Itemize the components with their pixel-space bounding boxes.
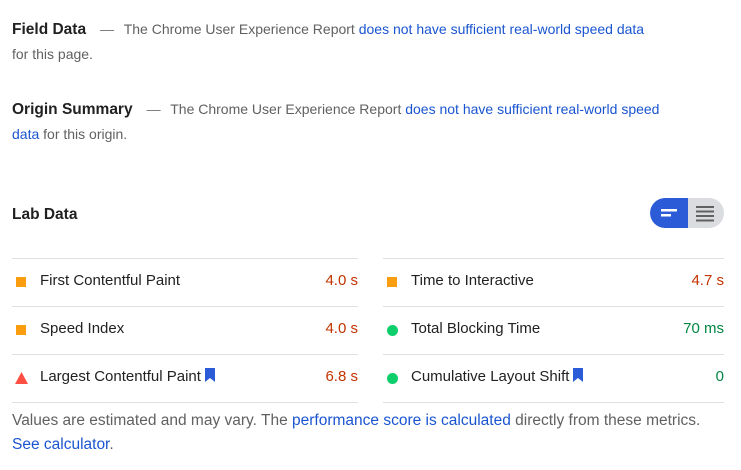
metric-label: Time to Interactive <box>411 272 534 289</box>
metric-label: Total Blocking Time <box>411 320 541 337</box>
origin-summary-text-after: for this origin. <box>43 126 128 142</box>
origin-summary-title: Origin Summary <box>12 101 133 118</box>
pass-circle-icon <box>387 373 398 384</box>
metric-label-wrap: Cumulative Layout Shift <box>411 368 584 385</box>
metric-label-wrap: Largest Contentful Paint <box>40 368 215 385</box>
metric-value: 4.0 s <box>325 320 358 337</box>
average-square-icon <box>16 325 26 335</box>
metric-time-to-interactive: Time to Interactive 4.7 s <box>383 258 724 306</box>
field-data-title: Field Data <box>12 21 87 38</box>
metrics-right-column: Time to Interactive 4.7 s Total Blocking… <box>383 258 724 403</box>
footer-period: . <box>109 436 114 453</box>
metric-value: 6.8 s <box>325 368 358 385</box>
metric-label: Speed Index <box>40 320 125 337</box>
footer-note: Values are estimated and may vary. The p… <box>12 409 712 457</box>
metric-label: First Contentful Paint <box>40 272 181 289</box>
metric-speed-index: Speed Index 4.0 s <box>12 306 358 354</box>
lab-data-title: Lab Data <box>12 206 78 223</box>
metric-label: Largest Contentful Paint <box>40 368 201 385</box>
average-square-icon <box>16 277 26 287</box>
metric-label: Cumulative Layout Shift <box>411 368 570 385</box>
bar-view-toggle-button[interactable] <box>650 198 688 228</box>
metric-first-contentful-paint: First Contentful Paint 4.0 s <box>12 258 358 306</box>
bar-view-icon <box>661 209 677 217</box>
footer-text-2: directly from these metrics. <box>515 412 701 429</box>
metrics-left-column: First Contentful Paint 4.0 s Speed Index… <box>12 258 358 403</box>
metric-value: 70 ms <box>683 320 724 337</box>
view-toggle[interactable] <box>650 198 724 228</box>
fail-triangle-icon <box>15 372 28 384</box>
performance-score-link[interactable]: performance score is calculated <box>292 412 511 429</box>
footer-text: Values are estimated and may vary. The <box>12 412 288 429</box>
origin-summary-dash: — <box>146 101 161 117</box>
field-data-link[interactable]: does not have sufficient real-world spee… <box>359 21 644 37</box>
metric-value: 0 <box>715 368 724 385</box>
metric-value: 4.7 s <box>691 272 724 289</box>
pass-circle-icon <box>387 325 398 336</box>
metric-total-blocking-time: Total Blocking Time 70 ms <box>383 306 724 354</box>
metric-value: 4.0 s <box>325 272 358 289</box>
see-calculator-link[interactable]: See calculator <box>12 436 109 453</box>
field-data-section: Field Data — The Chrome User Experience R… <box>12 17 662 66</box>
origin-summary-text: The Chrome User Experience Report <box>170 101 402 117</box>
bookmark-icon[interactable] <box>204 368 215 382</box>
list-view-icon[interactable] <box>688 198 724 228</box>
bookmark-icon[interactable] <box>573 368 584 382</box>
field-data-text-after: for this page. <box>12 46 93 62</box>
field-data-dash: — <box>100 21 115 37</box>
average-square-icon <box>387 277 397 287</box>
origin-summary-section: Origin Summary — The Chrome User Experien… <box>12 97 662 146</box>
field-data-text: The Chrome User Experience Report <box>123 21 355 37</box>
metric-largest-contentful-paint: Largest Contentful Paint 6.8 s <box>12 354 358 403</box>
metric-cumulative-layout-shift: Cumulative Layout Shift 0 <box>383 354 724 403</box>
